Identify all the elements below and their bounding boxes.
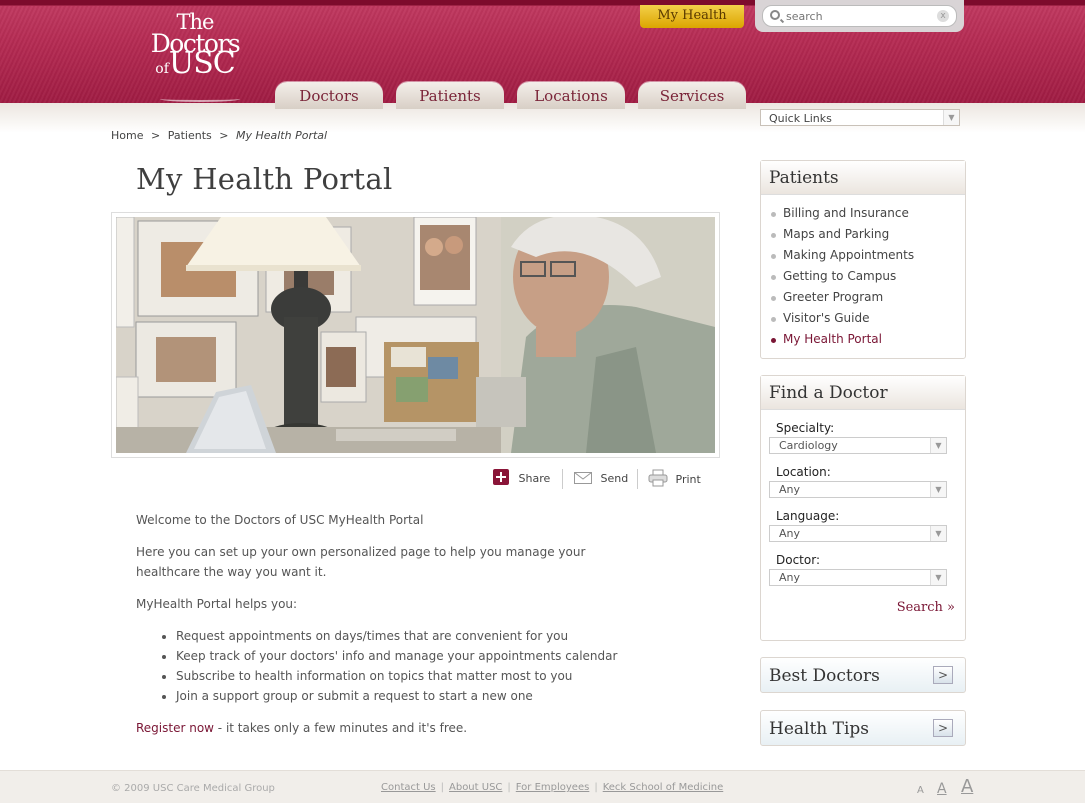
sidebar-item-campus[interactable]: Getting to Campus: [771, 266, 965, 287]
divider: [562, 469, 563, 489]
quick-links-select[interactable]: Quick Links ▼: [760, 109, 960, 126]
breadcrumb-patients[interactable]: Patients: [168, 129, 212, 142]
list-item: Request appointments on days/times that …: [176, 626, 646, 646]
language-value: Any: [779, 527, 801, 540]
envelope-icon: [574, 472, 592, 484]
specialty-label: Specialty:: [776, 421, 835, 435]
divider: |: [440, 782, 444, 793]
divider: |: [507, 782, 511, 793]
location-value: Any: [779, 483, 801, 496]
printer-icon: [648, 469, 668, 487]
breadcrumb-current: My Health Portal: [235, 129, 328, 142]
patients-panel-title: Patients: [761, 161, 965, 195]
search-container: x: [755, 0, 964, 32]
nav-tab-locations[interactable]: Locations: [517, 82, 625, 109]
logo-of: of: [155, 61, 169, 77]
share-label: Share: [518, 472, 551, 485]
send-label: Send: [600, 472, 629, 485]
breadcrumb-separator: >: [150, 129, 161, 142]
print-button[interactable]: Print: [648, 469, 701, 489]
text-size-large[interactable]: A: [961, 776, 973, 797]
register-now-link[interactable]: Register now: [136, 721, 214, 735]
text-size-medium[interactable]: A: [937, 781, 947, 797]
quick-links-label: Quick Links: [769, 112, 832, 125]
logo-line-3: ofUSC: [140, 49, 250, 79]
site-logo[interactable]: The Doctors ofUSC: [140, 12, 250, 102]
share-button[interactable]: Share: [493, 469, 550, 489]
find-doctor-panel: Find a Doctor Specialty: Cardiology ▼ Loc…: [760, 375, 966, 641]
hero-photo: [111, 212, 720, 458]
nav-tab-patients[interactable]: Patients: [396, 82, 504, 109]
arrow-right-icon[interactable]: >: [933, 719, 953, 737]
hero-photo-illustration: [116, 217, 715, 453]
nav-tab-doctors[interactable]: Doctors: [275, 82, 383, 109]
sidebar-item-billing[interactable]: Billing and Insurance: [771, 203, 965, 224]
main-content: Welcome to the Doctors of USC MyHealth P…: [136, 510, 646, 750]
breadcrumb-separator: >: [219, 129, 229, 142]
breadcrumb: Home > Patients > My Health Portal: [111, 129, 331, 142]
breadcrumb-home[interactable]: Home: [111, 129, 143, 142]
best-doctors-title: Best Doctors: [769, 666, 880, 686]
search-input[interactable]: [786, 9, 936, 24]
page-actions: Share Send Print: [493, 469, 713, 489]
register-text: - it takes only a few minutes and it's f…: [213, 721, 468, 735]
chevron-down-icon: ▼: [930, 526, 946, 541]
language-label: Language:: [776, 509, 840, 523]
footer-link-employees[interactable]: For Employees: [516, 782, 590, 793]
sidebar-item-maps[interactable]: Maps and Parking: [771, 224, 965, 245]
list-item: Subscribe to health information on topic…: [176, 666, 646, 686]
health-tips-title: Health Tips: [769, 719, 870, 739]
find-doctor-search-link[interactable]: Search »: [761, 600, 965, 615]
plus-icon: [493, 469, 509, 485]
specialty-value: Cardiology: [779, 439, 838, 452]
helps-text: MyHealth Portal helps you:: [136, 597, 298, 611]
chevron-down-icon: ▼: [943, 110, 959, 125]
search-icon: [770, 10, 780, 20]
health-tips-panel[interactable]: Health Tips >: [760, 710, 966, 746]
language-select[interactable]: Any ▼: [769, 525, 947, 542]
doctor-label: Doctor:: [776, 553, 820, 567]
welcome-text: Welcome to the Doctors of USC MyHealth P…: [136, 513, 424, 527]
text-size-small[interactable]: A: [917, 785, 924, 796]
best-doctors-panel[interactable]: Best Doctors >: [760, 657, 966, 693]
page-title: My Health Portal: [136, 162, 393, 196]
chevron-down-icon: ▼: [930, 438, 946, 453]
location-label: Location:: [776, 465, 831, 479]
doctor-select[interactable]: Any ▼: [769, 569, 947, 586]
patients-links: Billing and Insurance Maps and Parking M…: [761, 195, 965, 350]
search-box: x: [762, 5, 957, 27]
register-paragraph: Register now - it takes only a few minut…: [136, 718, 646, 738]
arrow-right-icon[interactable]: >: [933, 666, 953, 684]
intro-text: Here you can set up your own personalize…: [136, 545, 586, 579]
sidebar-item-visitors-guide[interactable]: Visitor's Guide: [771, 308, 965, 329]
send-button[interactable]: Send: [574, 469, 628, 489]
footer-link-keck[interactable]: Keck School of Medicine: [603, 782, 724, 793]
footer-links: Contact Us | About USC | For Employees | Keck …: [381, 782, 723, 793]
copyright: © 2009 USC Care Medical Group: [111, 783, 275, 794]
doctor-value: Any: [779, 571, 801, 584]
chevron-down-icon: ▼: [930, 482, 946, 497]
footer-link-contact[interactable]: Contact Us: [381, 782, 436, 793]
chevron-down-icon: ▼: [930, 570, 946, 585]
list-item: Keep track of your doctors' info and man…: [176, 646, 646, 666]
divider: [637, 469, 638, 489]
footer-link-about[interactable]: About USC: [449, 782, 502, 793]
nav-tab-services[interactable]: Services: [638, 82, 746, 109]
logo-swoosh: [160, 96, 240, 102]
list-item: Join a support group or submit a request…: [176, 686, 646, 706]
location-select[interactable]: Any ▼: [769, 481, 947, 498]
benefits-list: Request appointments on days/times that …: [176, 626, 646, 706]
print-label: Print: [675, 473, 701, 486]
clear-search-icon[interactable]: x: [937, 10, 949, 22]
find-doctor-title: Find a Doctor: [761, 376, 965, 410]
sidebar-item-greeter[interactable]: Greeter Program: [771, 287, 965, 308]
logo-usc: USC: [168, 46, 236, 81]
divider: |: [594, 782, 598, 793]
specialty-select[interactable]: Cardiology ▼: [769, 437, 947, 454]
patients-panel: Patients Billing and Insurance Maps and …: [760, 160, 966, 359]
sidebar-item-my-health-portal[interactable]: My Health Portal: [771, 329, 965, 350]
site-footer: © 2009 USC Care Medical Group Contact Us…: [0, 770, 1085, 803]
sidebar-item-appointments[interactable]: Making Appointments: [771, 245, 965, 266]
my-health-tab[interactable]: My Health: [640, 5, 744, 28]
